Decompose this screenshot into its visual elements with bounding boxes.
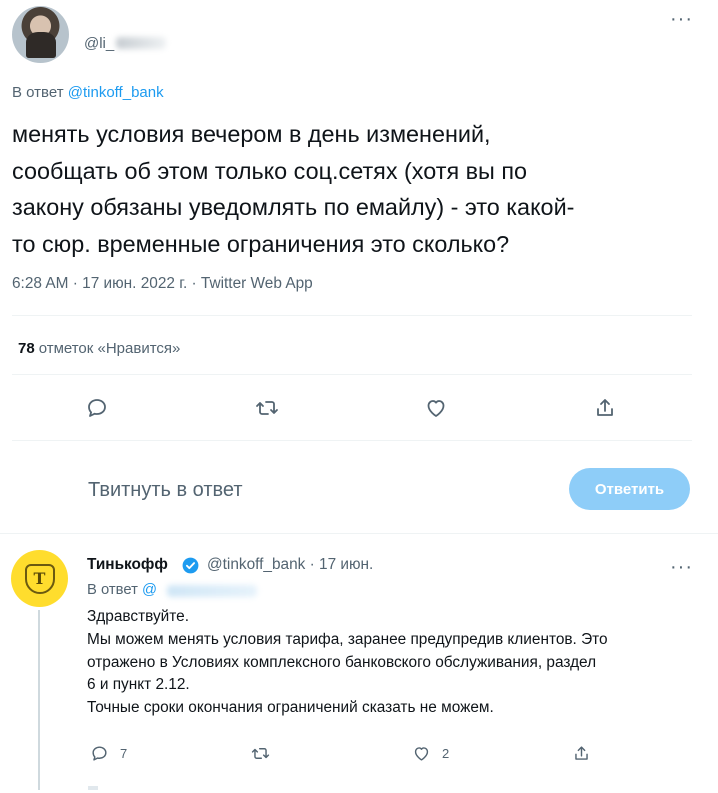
likes-label: отметок «Нравится» [38,340,181,357]
reply2-to-link[interactable]: @ [142,582,157,598]
reply-prefix: В ответ [12,84,64,101]
share-button[interactable] [590,393,620,423]
tweet-meta[interactable]: 6:28 AM · 17 июн. 2022 г. · Twitter Web … [12,275,313,293]
retweet-button[interactable] [252,393,282,423]
more-icon[interactable]: ··· [670,556,693,579]
divider [12,440,692,441]
more-icon[interactable]: ··· [670,8,693,31]
share-icon [597,399,613,416]
verified-icon [182,557,199,574]
reply-input[interactable]: Твитнуть в ответ [88,479,243,502]
reply2-context: В ответ @ [87,582,157,598]
reply-text: Здравствуйте. Мы можем менять условия та… [87,608,608,717]
submit-reply-button[interactable]: Ответить [569,468,690,510]
reply-icon [91,745,107,761]
tweet-text: менять условия вечером в день изменений,… [12,121,575,257]
retweet-icon [256,401,278,415]
section-separator [0,533,718,534]
reply2-prefix: В ответ [87,582,138,598]
retweet-icon [251,747,269,759]
tinkoff-avatar[interactable]: Т [11,550,68,607]
like-count: 2 [442,746,450,761]
reply2-reply-button[interactable] [84,738,114,768]
author-handle[interactable]: @li_ [84,35,114,52]
thread-line [38,610,40,790]
reply-count: 7 [120,746,128,761]
like-icon [427,400,445,417]
tinkoff-logo-icon: Т [24,563,55,594]
handle-blur [167,585,257,597]
reply-handle-time[interactable]: @tinkoff_bank · 17 июн. [207,556,373,574]
reply-icon [88,399,106,417]
reply-context: В ответ @tinkoff_bank [12,84,164,101]
author-avatar[interactable] [12,6,69,63]
divider [12,374,692,375]
reply2-share-button[interactable] [566,738,596,768]
likes-number: 78 [18,340,35,357]
divider [12,315,692,316]
likes-count[interactable]: 78 отметок «Нравится» [18,340,180,357]
share-icon [574,745,588,760]
reply2-like-button[interactable] [406,738,436,768]
handle-blur [116,37,166,49]
like-icon [414,746,428,761]
next-item-edge [88,786,98,790]
reply-to-link[interactable]: @tinkoff_bank [68,84,164,101]
reply-button[interactable] [82,393,112,423]
reply-author-name[interactable]: Тинькофф [87,556,168,574]
like-button[interactable] [421,393,451,423]
reply2-retweet-button[interactable] [245,738,275,768]
